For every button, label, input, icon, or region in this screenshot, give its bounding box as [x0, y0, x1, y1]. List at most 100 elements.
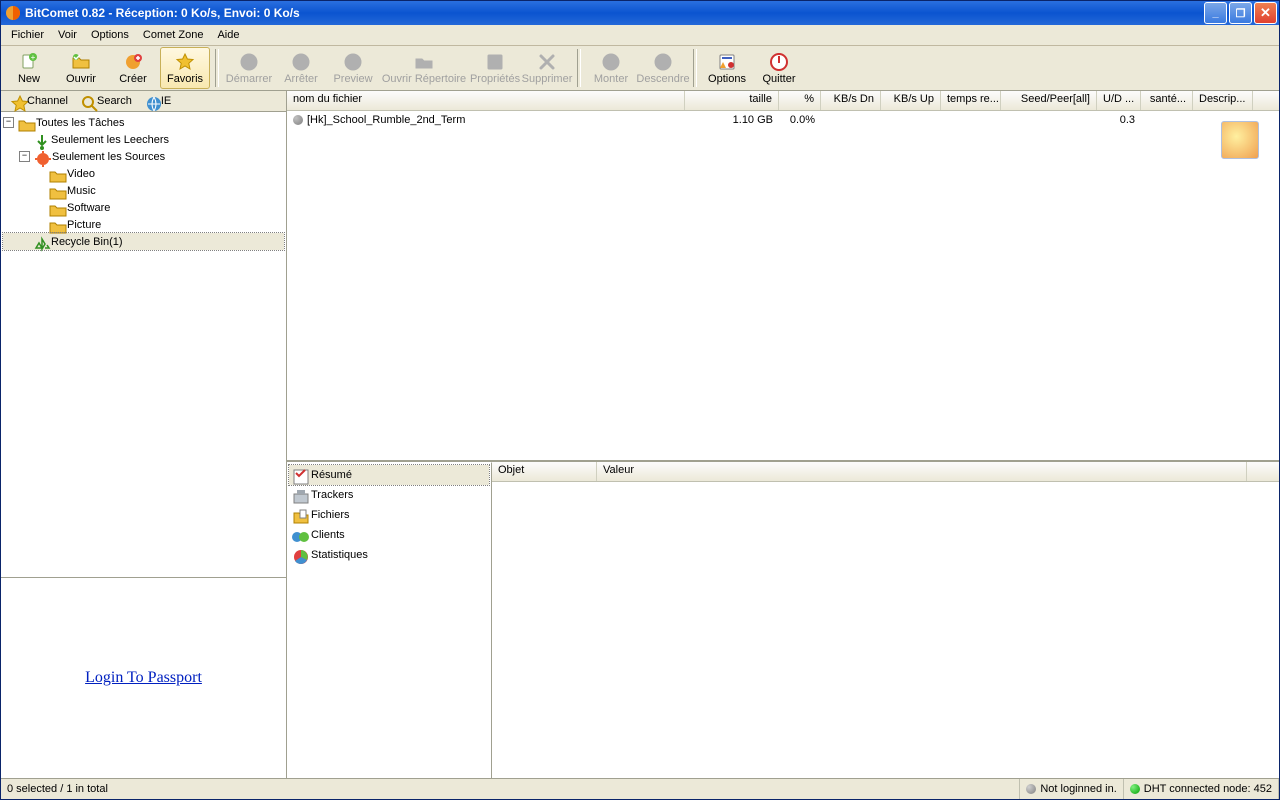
ouvrir-icon	[71, 52, 91, 72]
sidebar-tab-channel[interactable]: Channel	[5, 93, 73, 109]
descendre-icon	[653, 52, 673, 72]
tree-sources-label: Seulement les Sources	[52, 151, 165, 163]
quitter-icon	[769, 52, 789, 72]
menu-fichier[interactable]: Fichier	[5, 27, 50, 43]
detail-tab-resume-label: Résumé	[311, 469, 352, 481]
tree-expander[interactable]: −	[19, 151, 30, 162]
main-panel: nom du fichiertaille%KB/s DnKB/s Uptemps…	[287, 91, 1279, 778]
toolbar-separator	[693, 49, 697, 87]
detail-col-valeur[interactable]: Valeur	[597, 462, 1247, 481]
ouvrir-rep-icon	[414, 52, 434, 72]
detail-tab-fichiers-label: Fichiers	[311, 509, 350, 521]
cell-kbup	[881, 119, 941, 121]
folder-root-icon	[17, 115, 33, 131]
menu-voir[interactable]: Voir	[52, 27, 83, 43]
col-header-name[interactable]: nom du fichier	[287, 91, 685, 110]
toolbar-creer-label: Créer	[119, 73, 147, 85]
tree-folder-video-label: Video	[67, 168, 95, 180]
detail-tab-trackers-label: Trackers	[311, 489, 353, 501]
col-header-sante[interactable]: santé...	[1141, 91, 1193, 110]
titlebar: BitComet 0.82 - Réception: 0 Ko/s, Envoi…	[1, 1, 1279, 25]
toolbar-creer-button[interactable]: Créer	[108, 47, 158, 89]
detail-tab-fichiers[interactable]: Fichiers	[289, 505, 489, 525]
body-area: Channel SearchIE − Toutes les Tâches Seulem…	[1, 91, 1279, 778]
search-icon	[80, 94, 94, 108]
promo-panel: Login To Passport	[1, 577, 286, 778]
tree-leechers[interactable]: Seulement les Leechers	[3, 131, 284, 148]
toolbar-proprietes-button: Propriétés	[470, 47, 520, 89]
detail-body	[492, 482, 1279, 778]
col-header-time[interactable]: temps re...	[941, 91, 1001, 110]
col-header-kbdn[interactable]: KB/s Dn	[821, 91, 881, 110]
task-row[interactable]: [Hk]_School_Rumble_2nd_Term1.10 GB0.0%0.…	[287, 111, 1279, 128]
detail-tab-resume[interactable]: Résumé	[289, 465, 489, 485]
app-window: BitComet 0.82 - Réception: 0 Ko/s, Envoi…	[0, 0, 1280, 800]
col-header-pct[interactable]: %	[779, 91, 821, 110]
menu-comet-zone[interactable]: Comet Zone	[137, 27, 210, 43]
toolbar-new-button[interactable]: +New	[4, 47, 54, 89]
favoris-icon	[175, 52, 195, 72]
window-title: BitComet 0.82 - Réception: 0 Ko/s, Envoi…	[25, 6, 1204, 20]
tree-folder-picture[interactable]: Picture	[3, 216, 284, 233]
detail-tab-stats[interactable]: Statistiques	[289, 545, 489, 565]
detail-header: ObjetValeur	[492, 462, 1279, 482]
tree-all-tasks[interactable]: − Toutes les Tâches	[3, 114, 284, 131]
tree-folder-music-label: Music	[67, 185, 96, 197]
tree-all-tasks-label: Toutes les Tâches	[36, 117, 124, 129]
tree-expander[interactable]: −	[3, 117, 14, 128]
toolbar-options-button[interactable]: Options	[702, 47, 752, 89]
toolbar-quitter-button[interactable]: Quitter	[754, 47, 804, 89]
toolbar-ouvrir-rep-button: Ouvrir Répertoire	[380, 47, 468, 89]
folder-icon	[48, 200, 64, 216]
cell-size: 1.10 GB	[685, 113, 779, 127]
toolbar-options-label: Options	[708, 73, 746, 85]
toolbar-preview-button: Preview	[328, 47, 378, 89]
window-controls: _ ❐ ✕	[1204, 2, 1279, 24]
toolbar-descendre-label: Descendre	[636, 73, 689, 85]
star-icon	[10, 94, 24, 108]
detail-tab-clients[interactable]: Clients	[289, 525, 489, 545]
col-header-ud[interactable]: U/D ...	[1097, 91, 1141, 110]
menu-options[interactable]: Options	[85, 27, 135, 43]
cell-time	[941, 119, 1001, 121]
tree-folder-music[interactable]: Music	[3, 182, 284, 199]
toolbar-favoris-label: Favoris	[167, 73, 203, 85]
toolbar-supprimer-button: Supprimer	[522, 47, 572, 89]
status-selection: 0 selected / 1 in total	[1, 779, 1020, 799]
sidebar-tab-ie[interactable]: IE	[139, 93, 176, 109]
menu-aide[interactable]: Aide	[211, 27, 245, 43]
cell-seedpeer	[1001, 119, 1097, 121]
options-icon	[717, 52, 737, 72]
cell-kbdn	[821, 119, 881, 121]
detail-tab-stats-label: Statistiques	[311, 549, 368, 561]
toolbar-ouvrir-label: Ouvrir	[66, 73, 96, 85]
login-passport-link[interactable]: Login To Passport	[85, 669, 202, 687]
monter-icon	[601, 52, 621, 72]
col-header-kbup[interactable]: KB/s Up	[881, 91, 941, 110]
toolbar-favoris-button[interactable]: Favoris	[160, 47, 210, 89]
cell-sante	[1141, 119, 1193, 121]
toolbar-demarrer-button: Démarrer	[224, 47, 274, 89]
tree-folder-software[interactable]: Software	[3, 199, 284, 216]
col-header-descrip[interactable]: Descrip...	[1193, 91, 1253, 110]
detail-panels: Résumé Trackers Fichiers Clients Statistique…	[287, 460, 1279, 778]
detail-tab-trackers[interactable]: Trackers	[289, 485, 489, 505]
status-dht-text: DHT connected node: 452	[1144, 783, 1272, 795]
creer-icon	[123, 52, 143, 72]
tree-folder-software-label: Software	[67, 202, 110, 214]
close-button[interactable]: ✕	[1254, 2, 1277, 24]
sidebar-tab-search[interactable]: Search	[75, 93, 137, 109]
maximize-button[interactable]: ❐	[1229, 2, 1252, 24]
detail-tab-list: Résumé Trackers Fichiers Clients Statistique…	[287, 462, 492, 778]
detail-col-objet[interactable]: Objet	[492, 462, 597, 481]
sidebar-tab-channel-label: Channel	[27, 95, 68, 107]
col-header-seedpeer[interactable]: Seed/Peer[all]	[1001, 91, 1097, 110]
detail-tab-clients-label: Clients	[311, 529, 345, 541]
tree-sources[interactable]: − Seulement les Sources	[3, 148, 284, 165]
tree-recycle[interactable]: Recycle Bin(1)	[3, 233, 284, 250]
col-header-size[interactable]: taille	[685, 91, 779, 110]
arreter-icon	[291, 52, 311, 72]
status-login-text: Not loginned in.	[1040, 783, 1116, 795]
minimize-button[interactable]: _	[1204, 2, 1227, 24]
toolbar-ouvrir-button[interactable]: Ouvrir	[56, 47, 106, 89]
